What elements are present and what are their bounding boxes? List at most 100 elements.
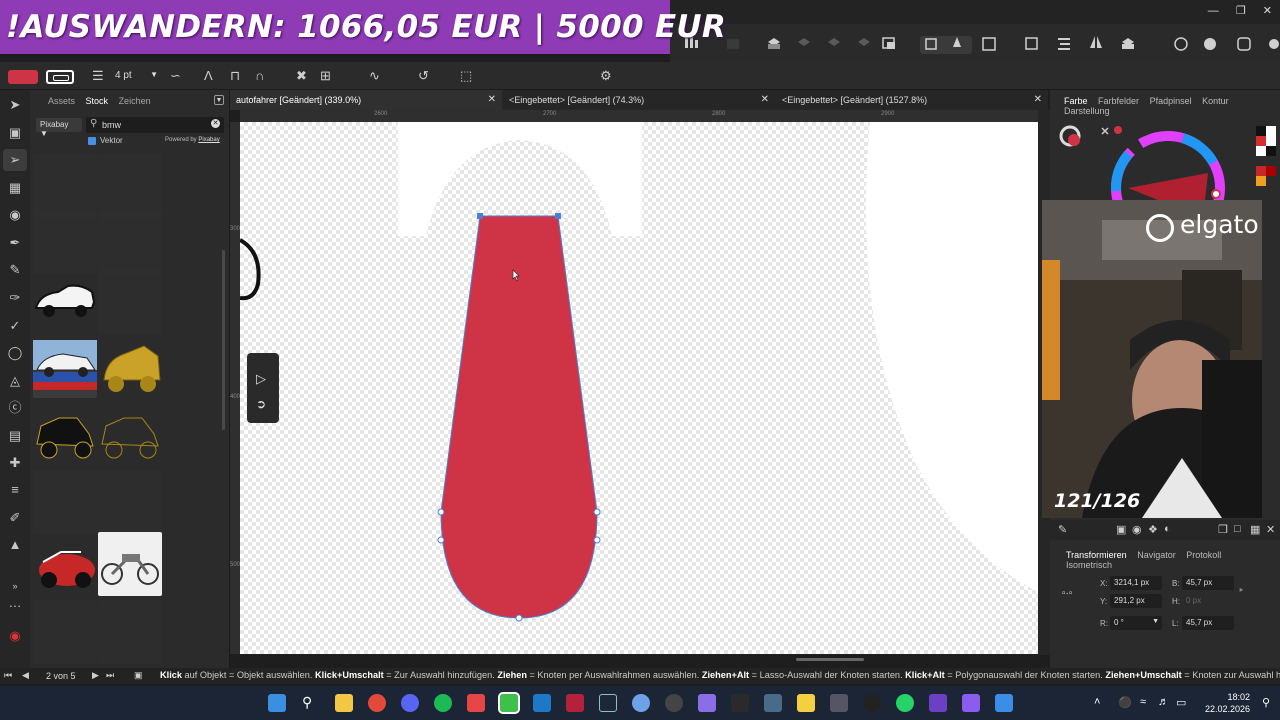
stock-thumbnail[interactable] (98, 600, 162, 664)
panel-menu-icon[interactable]: ▼ (214, 95, 224, 105)
fill-color-swatch[interactable] (8, 70, 38, 84)
app-icon[interactable] (962, 694, 980, 712)
stock-thumbnail-red-roadster[interactable] (33, 532, 97, 596)
selection-box-icon[interactable]: ⬚ (460, 68, 472, 84)
stock-thumbnail[interactable] (33, 470, 97, 534)
break-curve-icon[interactable]: ✖ (296, 68, 307, 84)
search-input[interactable]: bmw (86, 117, 224, 133)
tab-isometrisch[interactable]: Isometrisch (1066, 560, 1112, 570)
color-picker-handle[interactable] (1211, 189, 1221, 199)
chatgpt-icon[interactable] (863, 694, 881, 712)
slice-tool-icon[interactable]: ▲ (7, 537, 23, 553)
shape-tool-icon[interactable]: ◯ (7, 345, 23, 361)
battery-icon[interactable]: ▭ (1176, 696, 1186, 709)
tab-assets[interactable]: Assets (48, 96, 75, 106)
reverse-curve-icon[interactable]: ↺ (418, 68, 429, 84)
file-explorer-icon[interactable] (335, 694, 353, 712)
pressure-icon[interactable]: ∽ (170, 68, 181, 84)
path-node[interactable] (593, 508, 601, 516)
whatsapp-icon[interactable] (896, 694, 914, 712)
width-field[interactable]: 45,7 px (1182, 576, 1234, 590)
prev-page-icon[interactable]: ◀ (22, 670, 29, 681)
lock-ratio-icon[interactable]: ‣ (1238, 584, 1245, 597)
delete-layer-icon[interactable]: ✕ (1266, 523, 1275, 536)
vector-brush-icon[interactable]: ✑ (7, 290, 23, 306)
steam-icon[interactable] (599, 694, 617, 712)
corner-tool-icon[interactable]: ◉ (7, 207, 23, 223)
tab-kontur[interactable]: Kontur (1202, 96, 1229, 106)
eyedropper-icon[interactable] (1101, 127, 1109, 135)
tab-document-autofahrer[interactable]: autofahrer [Geändert] (339.0%) ✕ (230, 90, 502, 110)
more-tools-icon[interactable]: … (7, 595, 23, 611)
discord-icon[interactable] (401, 694, 419, 712)
tab-navigator[interactable]: Navigator (1137, 550, 1176, 560)
fill-tool-icon[interactable]: ✓ (7, 318, 23, 334)
tab-transformieren[interactable]: Transformieren (1066, 550, 1127, 560)
pixabay-link[interactable]: Pixabay (198, 137, 219, 143)
insert-icon[interactable] (727, 39, 739, 49)
adjustment-icon[interactable]: ◉ (1132, 523, 1142, 536)
flip-icon[interactable] (1090, 36, 1102, 48)
filter-icon[interactable]: ◐ (1164, 523, 1171, 535)
expand-tools-icon[interactable]: » (7, 578, 23, 594)
stroke-style-icon[interactable]: ☰ (92, 68, 104, 84)
design-canvas[interactable] (240, 122, 1038, 654)
affinity-publisher-icon[interactable] (566, 694, 584, 712)
spotify-icon[interactable] (434, 694, 452, 712)
tab-farbe[interactable]: Farbe (1064, 96, 1088, 106)
anchor-point-icon[interactable]: ▫·▫ (1062, 588, 1072, 599)
app-icon[interactable] (698, 694, 716, 712)
tab-document-embedded-1[interactable]: <Eingebettet> [Geändert] (74.3%) ✕ (503, 90, 775, 110)
stock-thumbnail-motorbike[interactable] (98, 532, 162, 596)
crop-icon[interactable] (982, 37, 996, 51)
x-position-field[interactable]: 3214,1 px (1110, 576, 1162, 590)
close-tab-icon[interactable]: ✕ (488, 94, 496, 105)
notifications-icon[interactable]: ⚲ (1262, 696, 1270, 709)
edit-icon[interactable]: ✎ (1058, 523, 1067, 536)
stock-thumbnail-vintage-car[interactable] (33, 400, 97, 464)
align-text-icon[interactable]: ≡ (7, 482, 23, 498)
volume-icon[interactable]: ♬ (1158, 696, 1169, 708)
close-tab-icon[interactable]: ✕ (1034, 94, 1042, 105)
microphone-icon[interactable]: ⚫ (1118, 696, 1132, 709)
path-node[interactable] (515, 614, 523, 622)
height-field[interactable]: 0 px (1182, 594, 1234, 608)
page-view-icon[interactable]: ▣ (134, 670, 143, 681)
selected-node[interactable] (555, 213, 561, 219)
tab-protokoll[interactable]: Protokoll (1186, 550, 1221, 560)
minimize-icon[interactable]: — (1208, 5, 1219, 17)
first-page-icon[interactable]: ⏮ (4, 670, 12, 681)
stock-thumbnail-vintage-car-outline[interactable] (98, 400, 162, 464)
notes-icon[interactable] (797, 694, 815, 712)
tab-stock[interactable]: Stock (86, 96, 109, 106)
stroke-width-select[interactable]: 4 pt ▼ (112, 70, 160, 84)
grid-icon[interactable]: ▦ (1250, 523, 1260, 536)
audio-app-icon[interactable] (731, 694, 749, 712)
y-position-field[interactable]: 291,2 px (1110, 594, 1162, 608)
tab-document-embedded-2[interactable]: <Eingebettet> [Geändert] (1527.8%) ✕ (776, 90, 1048, 110)
stock-thumbnail[interactable] (98, 270, 162, 334)
node-tool-icon[interactable]: ➢ (3, 149, 27, 171)
text-tool-icon[interactable]: ⓒ (7, 400, 23, 416)
artboard-tool-icon[interactable]: ▣ (7, 125, 23, 141)
davinci-icon[interactable] (830, 694, 848, 712)
path-node[interactable] (437, 508, 445, 516)
vector-checkbox[interactable] (88, 137, 96, 145)
maximize-icon[interactable]: ❐ (1236, 5, 1246, 17)
tab-darstellung[interactable]: Darstellung (1064, 106, 1110, 116)
app-icon[interactable] (995, 694, 1013, 712)
stroke-swatch[interactable] (46, 70, 74, 84)
vector-crop-icon[interactable]: ✚ (7, 455, 23, 471)
provider-select[interactable]: Pixabay ▼ (36, 118, 82, 138)
wifi-icon[interactable]: ≈ (1140, 696, 1146, 708)
canvas-horizontal-scrollbar[interactable] (796, 658, 864, 661)
app-icon[interactable] (632, 694, 650, 712)
close-tab-icon[interactable]: ✕ (761, 94, 769, 105)
start-icon[interactable] (268, 694, 286, 712)
obs-icon[interactable] (665, 694, 683, 712)
vscode-icon[interactable] (533, 694, 551, 712)
tray-overflow-icon[interactable]: ˄ (1094, 696, 1100, 708)
stock-thumbnail[interactable] (98, 154, 162, 218)
color-selector-icon[interactable]: ◉ (7, 628, 23, 644)
transform-mode-icon[interactable]: ➲ (256, 397, 266, 411)
